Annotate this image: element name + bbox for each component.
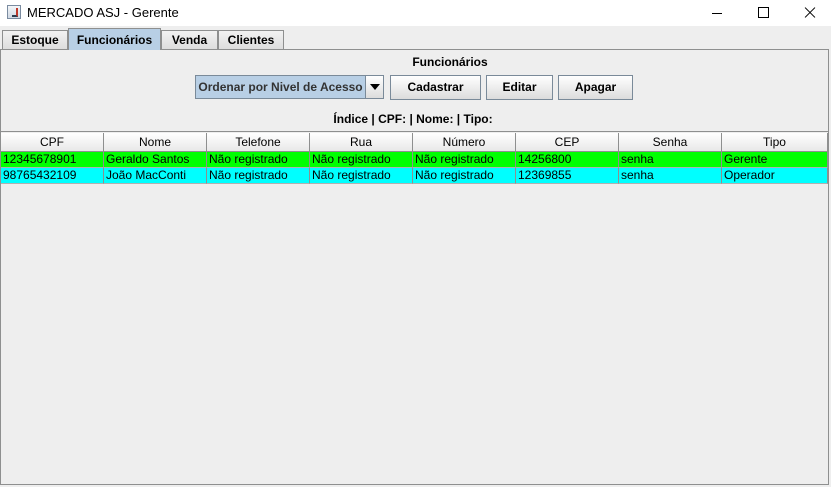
table-cell: Não registrado: [310, 168, 413, 184]
window-title: MERCADO ASJ - Gerente: [27, 5, 179, 20]
table-cell: Não registrado: [413, 168, 516, 184]
column-header-rua[interactable]: Rua: [310, 133, 413, 152]
table-cell: João MacConti: [104, 168, 207, 184]
column-header-telefone[interactable]: Telefone: [207, 133, 310, 152]
table-cell: 14256800: [516, 152, 619, 168]
tab-bar: Estoque Funcionários Venda Clientes: [0, 28, 831, 50]
table-cell: Não registrado: [207, 168, 310, 184]
table-cell: Não registrado: [207, 152, 310, 168]
column-header-cpf[interactable]: CPF: [1, 133, 104, 152]
table-cell: 12345678901: [1, 152, 104, 168]
tab-funcionarios[interactable]: Funcionários: [68, 28, 161, 50]
table-cell: senha: [619, 152, 722, 168]
sort-combobox[interactable]: Ordenar por Nivel de Acesso: [195, 75, 384, 99]
table-row[interactable]: 98765432109 João MacConti Não registrado…: [1, 168, 828, 184]
table-cell: 98765432109: [1, 168, 104, 184]
table-header: CPF Nome Telefone Rua Número CEP Senha T…: [1, 133, 828, 152]
tab-venda[interactable]: Venda: [161, 30, 218, 49]
table-cell: Gerente: [722, 152, 828, 168]
sort-combobox-value: Ordenar por Nivel de Acesso: [198, 80, 363, 94]
chevron-down-icon[interactable]: [365, 76, 383, 98]
column-header-numero[interactable]: Número: [413, 133, 516, 152]
tab-clientes[interactable]: Clientes: [218, 30, 284, 49]
register-button[interactable]: Cadastrar: [390, 75, 481, 100]
table-row[interactable]: 12345678901 Geraldo Santos Não registrad…: [1, 152, 828, 168]
table-cell: senha: [619, 168, 722, 184]
tab-estoque[interactable]: Estoque: [2, 30, 68, 49]
table-cell: Não registrado: [310, 152, 413, 168]
column-header-cep[interactable]: CEP: [516, 133, 619, 152]
table-cell: Geraldo Santos: [104, 152, 207, 168]
table-body: 12345678901 Geraldo Santos Não registrad…: [1, 152, 828, 184]
delete-button[interactable]: Apagar: [558, 75, 633, 100]
column-header-tipo[interactable]: Tipo: [722, 133, 828, 152]
table-cell: Operador: [722, 168, 828, 184]
table-cell: Não registrado: [413, 152, 516, 168]
edit-button[interactable]: Editar: [486, 75, 553, 100]
table-cell: 12369855: [516, 168, 619, 184]
title-bar: MERCADO ASJ - Gerente: [0, 0, 831, 26]
selection-info: Índice | CPF: | Nome: | Tipo:: [333, 112, 493, 126]
java-app-icon: [7, 5, 21, 19]
column-header-nome[interactable]: Nome: [104, 133, 207, 152]
employees-table[interactable]: CPF Nome Telefone Rua Número CEP Senha T…: [0, 131, 828, 484]
maximize-icon[interactable]: [739, 0, 785, 26]
panel-title: Funcionários: [412, 55, 488, 69]
close-icon[interactable]: [785, 0, 831, 26]
minimize-icon[interactable]: [693, 0, 739, 26]
column-header-senha[interactable]: Senha: [619, 133, 722, 152]
